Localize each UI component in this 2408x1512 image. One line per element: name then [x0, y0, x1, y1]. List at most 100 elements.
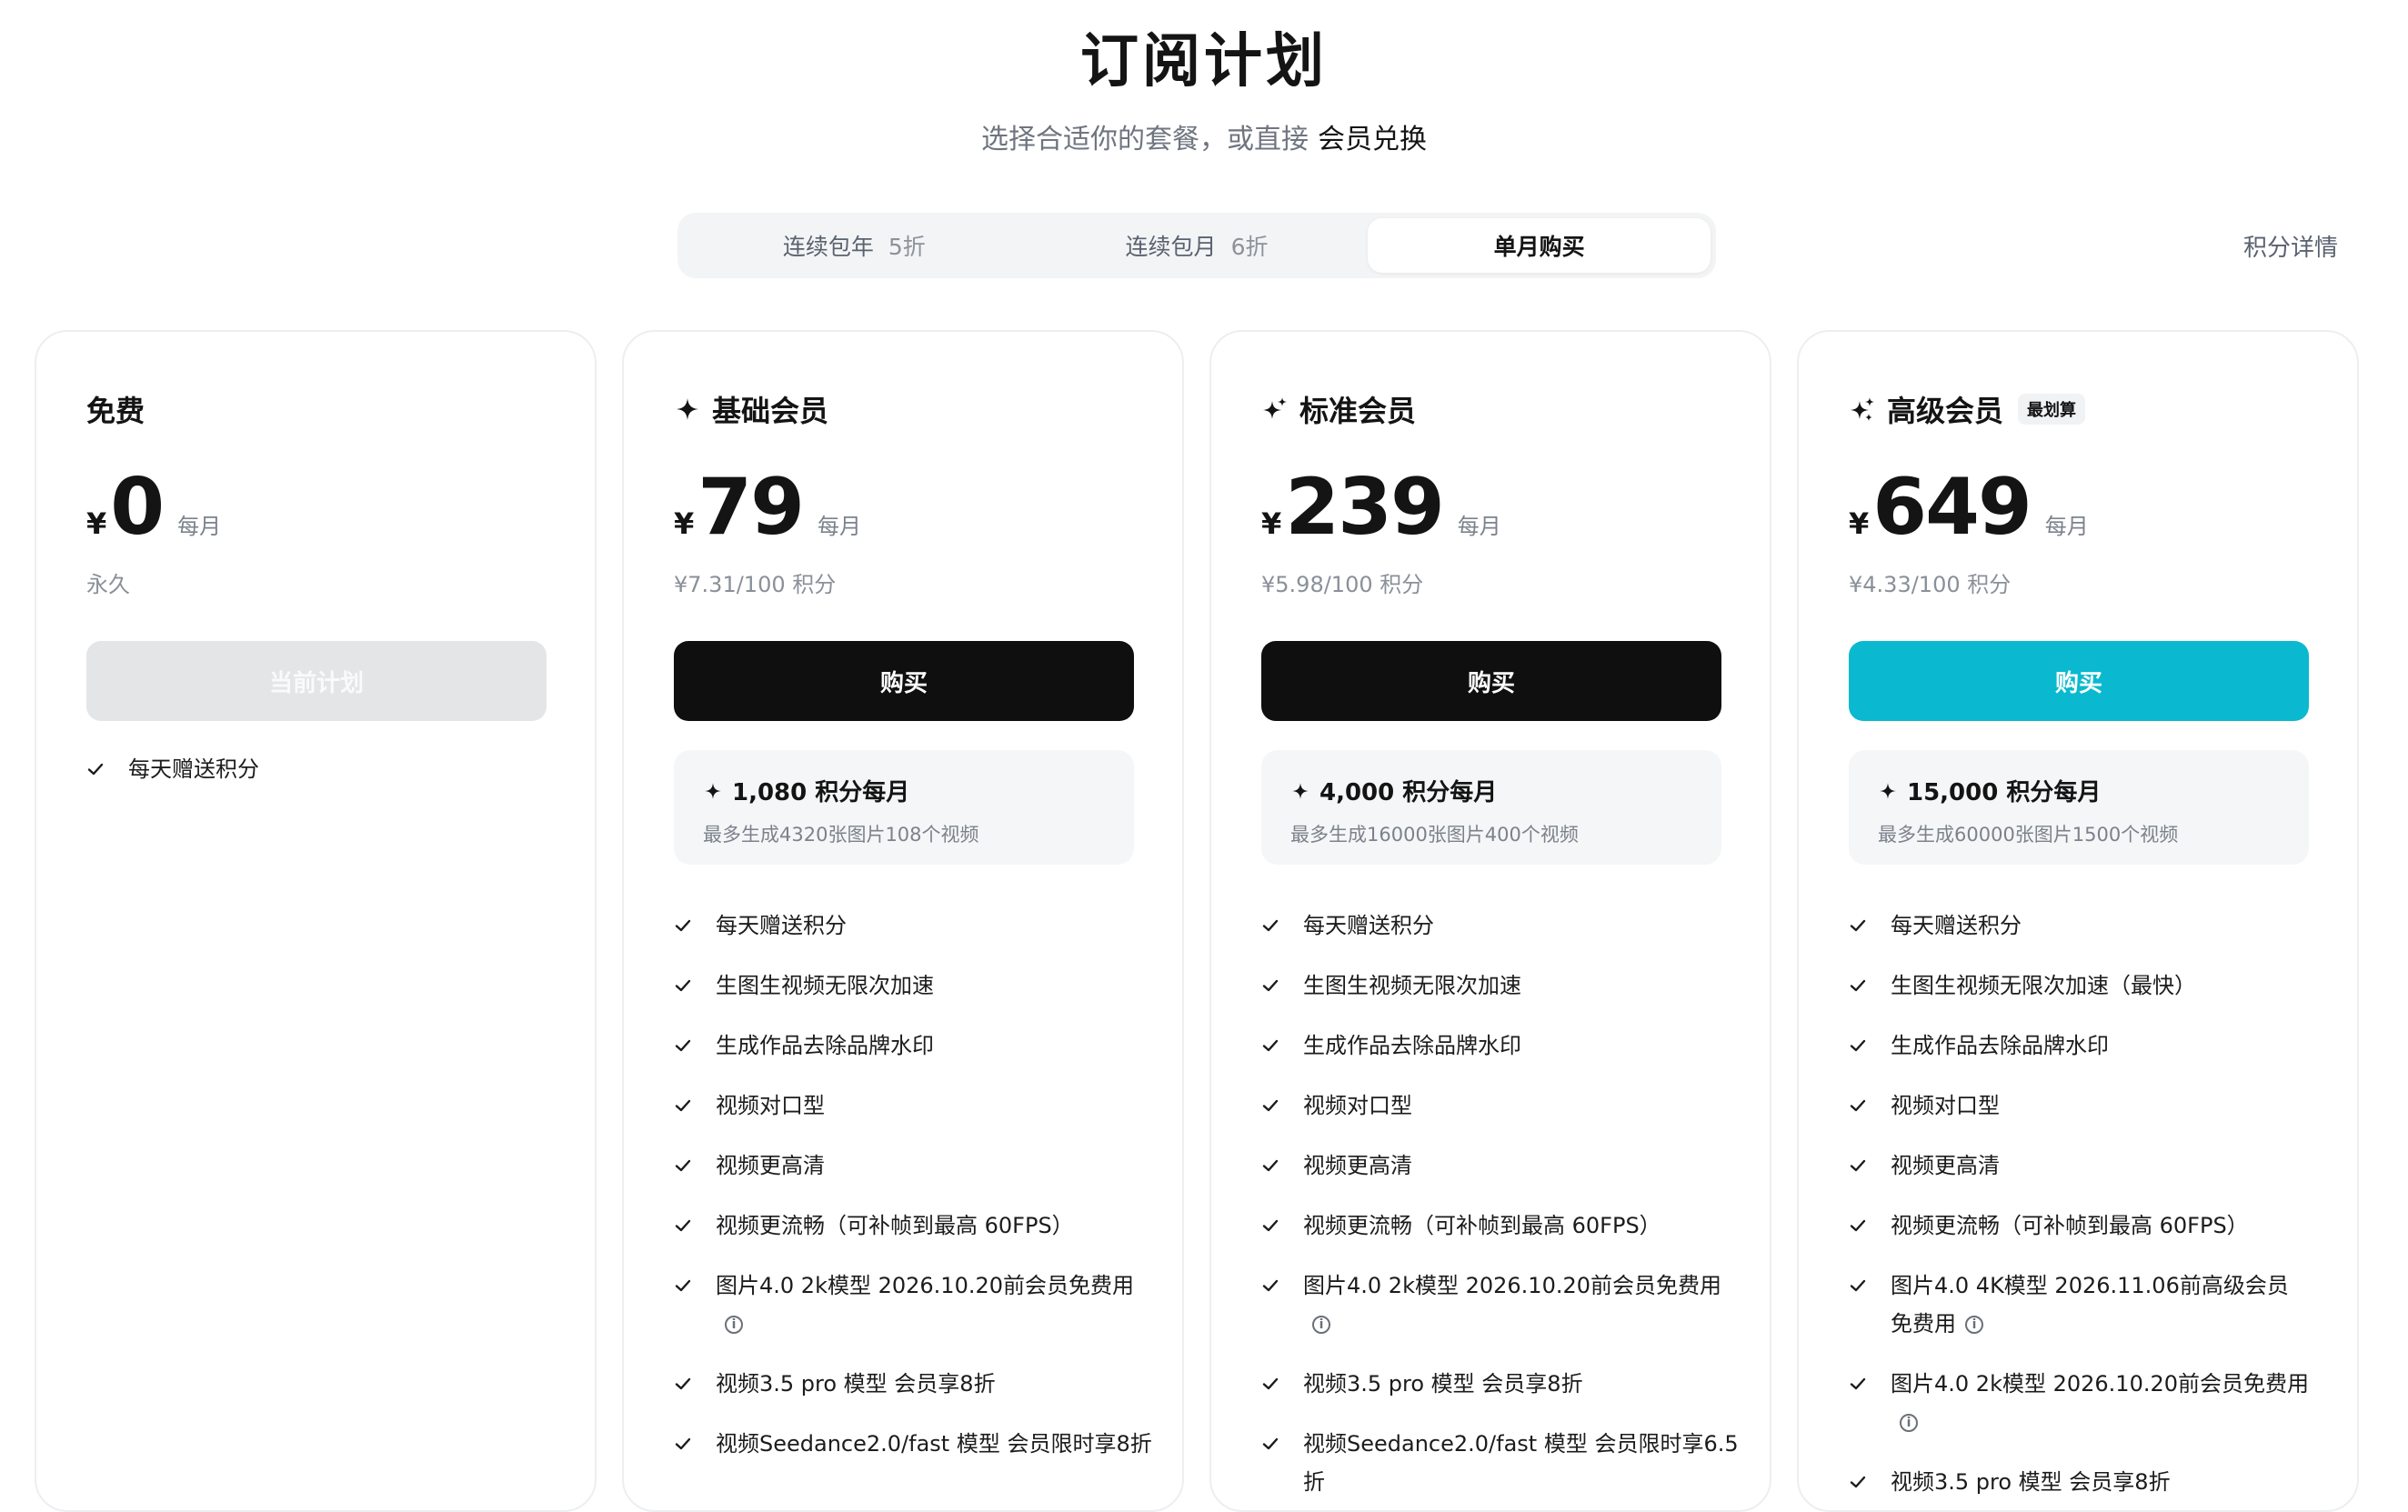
check-icon — [674, 1147, 694, 1185]
check-icon — [674, 1425, 694, 1463]
currency-symbol: ¥ — [1261, 506, 1282, 541]
check-icon — [1261, 966, 1281, 1005]
feature-text: 每天赠送积分 — [1303, 913, 1434, 938]
feature-item: 图片4.0 2k模型 2026.10.20前会员免费用 i — [1849, 1365, 2334, 1441]
feature-item: 视频更高清 — [674, 1147, 1159, 1185]
feature-item: 视频3.5 pro 模型 会员享8折 — [674, 1365, 1159, 1403]
buy-button[interactable]: 购买 — [1849, 641, 2309, 721]
feature-text: 视频更高清 — [716, 1153, 825, 1178]
check-icon — [1261, 1207, 1281, 1245]
tab-yearly[interactable]: 连续包年 5折 — [683, 218, 1026, 273]
credits-title-text: 1,080 积分每月 — [732, 779, 910, 806]
check-icon — [674, 1207, 694, 1245]
feature-item: 视频对口型 — [674, 1086, 1159, 1125]
tab-discount: 5折 — [888, 234, 926, 260]
check-icon — [1849, 1086, 1869, 1125]
feature-item: 每天赠送积分 — [1261, 906, 1747, 945]
credits-detail-link[interactable]: 积分详情 — [2243, 229, 2338, 263]
check-icon — [674, 1026, 694, 1065]
check-icon — [1849, 1026, 1869, 1065]
tab-single-month[interactable]: 单月购买 — [1368, 218, 1711, 273]
feature-text: 图片4.0 2k模型 2026.10.20前会员免费用 — [1891, 1371, 2310, 1397]
feature-item: 视频Seedance2.0/fast 模型 会员限时享8折 — [674, 1425, 1159, 1463]
tab-monthly[interactable]: 连续包月 6折 — [1026, 218, 1369, 273]
sparkles-icon — [1263, 397, 1287, 419]
check-icon — [1261, 1026, 1281, 1065]
price-amount: 0 — [110, 462, 165, 553]
credits-title: 4,000 积分每月 — [1290, 774, 1692, 807]
credits-box: 1,080 积分每月 最多生成4320张图片108个视频 — [674, 750, 1134, 865]
best-value-badge: 最划算 — [2018, 394, 2086, 425]
sub-price: ¥4.33/100 积分 — [1849, 572, 2012, 597]
feature-text: 视频对口型 — [716, 1093, 825, 1118]
sparkle-icon — [1880, 782, 1896, 799]
buy-button[interactable]: 购买 — [1261, 641, 1721, 721]
sparkles-icon — [1851, 397, 1874, 421]
currency-symbol: ¥ — [1849, 506, 1870, 541]
plan-card-premium: 高级会员 最划算 ¥ 649 每月 ¥4.33/100 积分 购买 15,000… — [1797, 330, 2359, 1512]
feature-list: 每天赠送积分 生图生视频无限次加速（最快） 生成作品去除品牌水印 视频对口型 视… — [1849, 906, 2334, 1510]
feature-text: 视频3.5 pro 模型 会员享8折 — [1303, 1371, 1583, 1397]
feature-text: 视频Seedance2.0/fast 模型 会员限时享8折 — [716, 1431, 1152, 1457]
plan-card-standard: 标准会员 ¥ 239 每月 ¥5.98/100 积分 购买 4,000 积分每月… — [1209, 330, 1771, 1512]
current-plan-button: 当前计划 — [86, 641, 547, 721]
price-period: 每月 — [2044, 514, 2089, 539]
feature-item: 视频更高清 — [1849, 1147, 2334, 1185]
info-icon[interactable]: i — [725, 1316, 743, 1334]
sparkle-icon — [1292, 782, 1309, 799]
feature-item: 生成作品去除品牌水印 — [1849, 1026, 2334, 1065]
credits-sub: 最多生成4320张图片108个视频 — [703, 824, 979, 846]
feature-item: 生成作品去除品牌水印 — [1261, 1026, 1747, 1065]
page-subtitle: 选择合适你的套餐，或直接 会员兑换 — [0, 116, 2408, 156]
feature-text: 视频更流畅（可补帧到最高 60FPS） — [1891, 1213, 2249, 1238]
credits-title: 15,000 积分每月 — [1878, 774, 2280, 807]
feature-list: 每天赠送积分 生图生视频无限次加速 生成作品去除品牌水印 视频对口型 视频更高清… — [674, 906, 1159, 1485]
feature-text: 生成作品去除品牌水印 — [1891, 1033, 2109, 1058]
price-period: 每月 — [177, 514, 222, 539]
feature-text: 生图生视频无限次加速 — [1303, 973, 1521, 998]
price-amount: 79 — [697, 462, 805, 553]
plan-name-text: 基础会员 — [712, 394, 829, 428]
check-icon — [674, 966, 694, 1005]
price-period: 每月 — [1457, 514, 1501, 539]
credits-title-text: 4,000 积分每月 — [1319, 779, 1498, 806]
info-icon[interactable]: i — [1900, 1414, 1918, 1432]
feature-text: 视频3.5 pro 模型 会员享8折 — [716, 1371, 996, 1397]
buy-button[interactable]: 购买 — [674, 641, 1134, 721]
sparkle-icon — [705, 782, 721, 799]
plan-name-text: 标准会员 — [1299, 394, 1417, 428]
feature-item: 图片4.0 4K模型 2026.11.06前高级会员免费用 i — [1849, 1267, 2334, 1343]
credits-sub: 最多生成60000张图片1500个视频 — [1878, 824, 2179, 846]
check-icon — [1261, 1086, 1281, 1125]
check-icon — [86, 750, 106, 788]
check-icon — [1261, 1365, 1281, 1403]
plan-card-basic: 基础会员 ¥ 79 每月 ¥7.31/100 积分 购买 1,080 积分每月 … — [622, 330, 1184, 1512]
sub-price: 永久 — [86, 572, 130, 597]
feature-text: 图片4.0 4K模型 2026.11.06前高级会员免费用 — [1891, 1273, 2289, 1337]
price-period: 每月 — [817, 514, 861, 539]
feature-list: 每天赠送积分 生图生视频无限次加速 生成作品去除品牌水印 视频对口型 视频更高清… — [1261, 906, 1747, 1510]
check-icon — [674, 1086, 694, 1125]
price-amount: 649 — [1872, 462, 2032, 553]
plan-name: 标准会员 — [1261, 388, 1416, 430]
check-icon — [1261, 1425, 1281, 1463]
billing-tabs: 连续包年 5折 连续包月 6折 单月购买 — [677, 213, 1716, 278]
plan-name-text: 免费 — [86, 394, 145, 428]
feature-text: 每天赠送积分 — [1891, 913, 2022, 938]
redeem-link[interactable]: 会员兑换 — [1318, 124, 1427, 155]
check-icon — [1261, 1267, 1281, 1305]
check-icon — [674, 1267, 694, 1305]
info-icon[interactable]: i — [1312, 1316, 1330, 1334]
feature-text: 生图生视频无限次加速 — [716, 973, 934, 998]
price-row: ¥ 239 每月 — [1261, 468, 1501, 546]
price-row: ¥ 79 每月 — [674, 468, 861, 546]
feature-item: 每天赠送积分 — [86, 750, 572, 788]
info-icon[interactable]: i — [1965, 1316, 1983, 1334]
check-icon — [1849, 1267, 1869, 1305]
feature-item: 视频更流畅（可补帧到最高 60FPS） — [1261, 1207, 1747, 1245]
currency-symbol: ¥ — [86, 506, 107, 541]
credits-sub: 最多生成16000张图片400个视频 — [1290, 824, 1579, 846]
feature-text: 每天赠送积分 — [716, 913, 847, 938]
feature-item: 图片4.0 2k模型 2026.10.20前会员免费用 i — [674, 1267, 1159, 1343]
feature-list: 每天赠送积分 — [86, 750, 572, 810]
